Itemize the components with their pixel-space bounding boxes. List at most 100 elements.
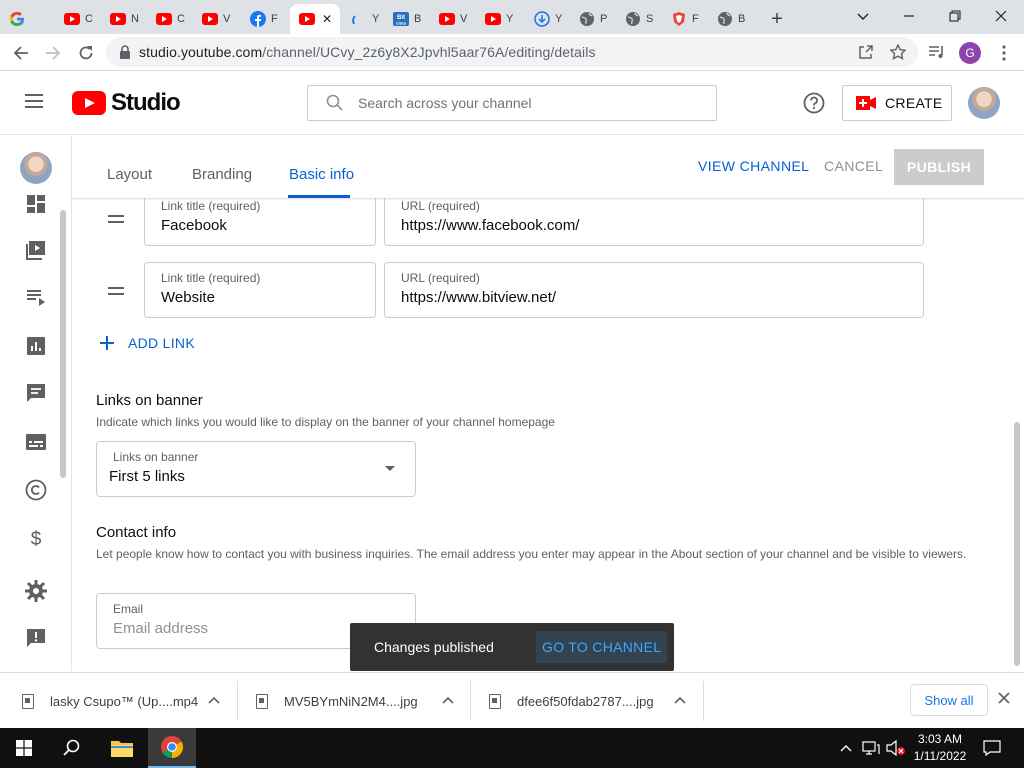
account-avatar[interactable]: [968, 87, 1000, 119]
copyright-icon[interactable]: [24, 478, 48, 502]
more-vert-icon[interactable]: [1002, 45, 1006, 61]
studio-logo[interactable]: Studio: [72, 89, 181, 117]
search-button[interactable]: [48, 728, 96, 768]
download-filename: dfee6f50fdab2787....jpg: [517, 693, 654, 709]
download-cloud-icon: [534, 11, 550, 27]
tab-label: P: [600, 13, 608, 25]
tab-layout[interactable]: Layout: [107, 166, 152, 183]
close-window-button[interactable]: [978, 0, 1024, 32]
download-filename: MV5BYmNiN2M4....jpg: [284, 693, 418, 709]
search-input[interactable]: [358, 95, 688, 111]
address-bar[interactable]: studio.youtube.com/channel/UCvy_2z6y8X2J…: [106, 37, 918, 67]
tab-search-button[interactable]: [840, 0, 886, 32]
browser-tab[interactable]: F: [662, 4, 708, 34]
svg-text:$: $: [31, 529, 42, 550]
link-title-field[interactable]: Link title (required) Facebook: [144, 190, 376, 246]
minimize-button[interactable]: [886, 0, 932, 32]
network-icon[interactable]: [862, 741, 880, 755]
add-link-button[interactable]: ADD LINK: [98, 334, 195, 352]
media-queue-icon[interactable]: [928, 44, 946, 60]
drag-handle-icon[interactable]: [108, 287, 124, 299]
field-label: Email: [113, 602, 144, 616]
restore-button[interactable]: [932, 0, 978, 32]
create-button[interactable]: CREATE: [842, 85, 952, 121]
browser-tab[interactable]: V: [193, 4, 239, 34]
tab-basic-info[interactable]: Basic info: [289, 166, 354, 183]
feedback-icon[interactable]: [24, 626, 48, 650]
chrome-taskbar-button[interactable]: [148, 728, 196, 768]
close-tab-icon[interactable]: ✕: [322, 12, 332, 26]
analytics-icon[interactable]: [24, 334, 48, 358]
link-url-field[interactable]: URL (required) https://www.bitview.net/: [384, 262, 924, 318]
browser-tab[interactable]: Y: [476, 4, 522, 34]
tab-branding[interactable]: Branding: [192, 166, 252, 183]
file-explorer-button[interactable]: [98, 728, 146, 768]
settings-icon[interactable]: [24, 579, 48, 603]
back-button[interactable]: [10, 42, 32, 64]
subtitles-icon[interactable]: [24, 430, 48, 454]
browser-tab[interactable]: C: [55, 4, 101, 34]
volume-muted-icon[interactable]: [886, 740, 906, 756]
playlists-icon[interactable]: [24, 285, 48, 309]
dashboard-icon[interactable]: [24, 192, 48, 216]
download-item[interactable]: MV5BYmNiN2M4....jpg: [256, 673, 466, 729]
publish-button[interactable]: PUBLISH: [894, 149, 984, 185]
browser-tab[interactable]: C: [147, 4, 193, 34]
forward-button[interactable]: [42, 42, 64, 64]
browser-tab[interactable]: Bit view B: [384, 4, 430, 34]
comments-icon[interactable]: [24, 381, 48, 405]
url-text[interactable]: studio.youtube.com/channel/UCvy_2z6y8X2J…: [139, 44, 596, 60]
sidebar-scrollbar[interactable]: [60, 210, 66, 478]
browser-tab[interactable]: Y: [525, 4, 571, 34]
channel-avatar[interactable]: [20, 152, 52, 184]
chevron-up-icon[interactable]: [442, 695, 454, 705]
reload-button[interactable]: [75, 42, 97, 64]
browser-tab[interactable]: Y: [342, 4, 384, 34]
chevron-up-icon[interactable]: [840, 743, 852, 753]
drag-handle-icon[interactable]: [108, 215, 124, 227]
cancel-button[interactable]: CANCEL: [824, 158, 883, 174]
browser-tab[interactable]: P: [570, 4, 616, 34]
channel-search[interactable]: [307, 85, 717, 121]
chevron-up-icon[interactable]: [674, 695, 686, 705]
monetization-icon[interactable]: $: [24, 526, 48, 550]
download-item[interactable]: lasky Csupo™ (Up....mp4: [22, 673, 232, 729]
link-title-field[interactable]: Link title (required) Website: [144, 262, 376, 318]
browser-tab[interactable]: N: [101, 4, 147, 34]
new-tab-button[interactable]: +: [762, 4, 792, 34]
system-clock[interactable]: 3:03 AM 1/11/2022: [906, 731, 974, 765]
chevron-up-icon[interactable]: [208, 695, 220, 705]
browser-tab[interactable]: S: [616, 4, 662, 34]
create-label: CREATE: [885, 95, 943, 111]
help-icon[interactable]: [803, 92, 825, 114]
youtube-icon: [110, 13, 126, 25]
plus-icon: +: [771, 7, 783, 30]
star-icon[interactable]: [890, 44, 906, 60]
tab-label: B: [414, 13, 422, 25]
browser-tab[interactable]: V: [430, 4, 476, 34]
profile-avatar[interactable]: G: [959, 42, 981, 64]
browser-tab[interactable]: G: [0, 4, 28, 34]
view-channel-button[interactable]: VIEW CHANNEL: [698, 158, 809, 174]
dropdown-arrow-icon: [385, 466, 395, 471]
file-icon: [489, 693, 501, 709]
close-icon[interactable]: [998, 692, 1010, 704]
browser-tab[interactable]: F: [241, 4, 287, 34]
start-button[interactable]: [0, 728, 48, 768]
content-scrollbar[interactable]: [1014, 422, 1020, 666]
link-url-field[interactable]: URL (required) https://www.facebook.com/: [384, 190, 924, 246]
share-icon[interactable]: [858, 44, 874, 60]
go-to-channel-button[interactable]: GO TO CHANNEL: [536, 631, 668, 663]
show-all-downloads-button[interactable]: Show all: [910, 684, 988, 716]
menu-icon[interactable]: [24, 93, 44, 109]
browser-tab[interactable]: B: [708, 4, 754, 34]
notifications-icon[interactable]: [983, 740, 1001, 756]
download-item[interactable]: dfee6f50fdab2787....jpg: [489, 673, 699, 729]
windows-logo-icon: [16, 740, 32, 756]
links-on-banner-dropdown[interactable]: Links on banner First 5 links: [96, 441, 416, 497]
lock-icon: [120, 45, 130, 59]
channel-customization-panel: Layout Branding Basic info VIEW CHANNEL …: [72, 136, 1024, 671]
browser-tab-active[interactable]: ✕: [290, 4, 340, 34]
youtube-icon: [485, 13, 501, 25]
content-icon[interactable]: [24, 238, 48, 262]
